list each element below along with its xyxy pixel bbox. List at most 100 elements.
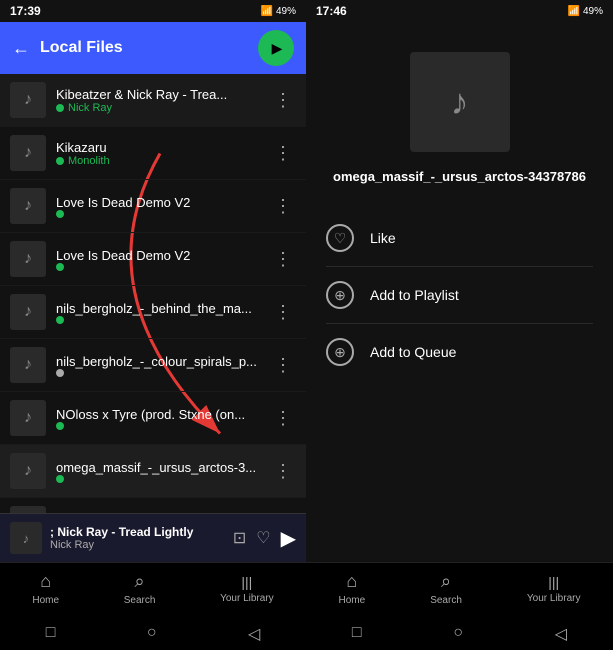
track-name: NOloss x Tyre (prod. Stxne (on...	[56, 407, 270, 422]
track-artist	[56, 369, 270, 377]
circle-button-right[interactable]: ○	[453, 624, 463, 644]
track-thumbnail: ♪	[10, 347, 46, 383]
online-dot	[56, 104, 64, 112]
track-name: Love Is Dead Demo V2	[56, 248, 270, 263]
square-button-right[interactable]: □	[352, 624, 362, 644]
track-more-button[interactable]: ⋮	[270, 86, 296, 115]
nav-search-right[interactable]: ⌕ Search	[430, 571, 462, 606]
nav-library[interactable]: ||| Your Library	[220, 574, 274, 604]
track-artist	[56, 475, 270, 483]
online-dot	[56, 475, 64, 483]
track-more-button[interactable]: ⋮	[270, 510, 296, 514]
play-fab-button[interactable]	[258, 30, 294, 66]
back-gesture-right[interactable]: ◁	[555, 624, 567, 644]
circle-button[interactable]: ○	[147, 624, 157, 644]
track-artist	[56, 422, 270, 430]
track-info: Love Is Dead Demo V2	[56, 248, 270, 271]
track-item[interactable]: ♪ nils_bergholz_-_colour_spirals_p... ⋮	[0, 339, 306, 392]
track-name: Love Is Dead Demo V2	[56, 195, 270, 210]
track-item[interactable]: ♪ Record-3Trends ⋮	[0, 498, 306, 513]
online-dot	[56, 157, 64, 165]
track-more-button[interactable]: ⋮	[270, 298, 296, 327]
now-playing-controls: ⊡ ♡ ▶	[233, 526, 296, 551]
right-content: ♪ omega_massif_-_ursus_arctos-34378786 ♡…	[306, 22, 613, 562]
battery-icon-left: 📶 49%	[261, 6, 296, 17]
search-label-right: Search	[430, 595, 462, 606]
like-label: Like	[370, 230, 396, 246]
home-label-right: Home	[339, 595, 366, 606]
track-thumbnail: ♪	[10, 453, 46, 489]
track-more-button[interactable]: ⋮	[270, 404, 296, 433]
track-more-button[interactable]: ⋮	[270, 457, 296, 486]
track-more-button[interactable]: ⋮	[270, 351, 296, 380]
add-to-playlist-menu-item[interactable]: ⊕ Add to Playlist	[326, 267, 593, 324]
add-playlist-icon: ⊕	[334, 287, 346, 304]
search-label: Search	[124, 595, 156, 606]
track-thumbnail: ♪	[10, 188, 46, 224]
music-note-icon: ♪	[451, 81, 469, 123]
online-dot	[56, 316, 64, 324]
nav-library-right[interactable]: ||| Your Library	[527, 574, 581, 604]
playlist-icon: ⊕	[326, 281, 354, 309]
system-nav-left: □ ○ ◁	[0, 618, 306, 650]
add-to-queue-menu-item[interactable]: ⊕ Add to Queue	[326, 324, 593, 380]
track-info: Kikazaru Monolith	[56, 140, 270, 167]
track-list: ♪ Kibeatzer & Nick Ray - Trea... Nick Ra…	[0, 74, 306, 513]
album-art: ♪	[410, 52, 510, 152]
devices-icon[interactable]: ⊡	[233, 528, 246, 548]
now-playing-thumb: ♪	[10, 522, 42, 554]
play-button[interactable]: ▶	[281, 526, 296, 551]
track-item[interactable]: ♪ Kibeatzer & Nick Ray - Trea... Nick Ra…	[0, 74, 306, 127]
search-icon: ⌕	[135, 571, 145, 592]
track-item[interactable]: ♪ nils_bergholz_-_behind_the_ma... ⋮	[0, 286, 306, 339]
online-dot	[56, 263, 64, 271]
track-thumbnail: ♪	[10, 241, 46, 277]
heart-icon[interactable]: ♡	[256, 528, 270, 548]
now-playing-bar[interactable]: ♪ ; Nick Ray - Tread Lightly Nick Ray ⊡ …	[0, 513, 306, 562]
online-dot	[56, 210, 64, 218]
track-item[interactable]: ♪ omega_massif_-_ursus_arctos-3... ⋮	[0, 445, 306, 498]
track-name: Record-3Trends	[56, 513, 270, 514]
nav-home-right[interactable]: ⌂ Home	[339, 571, 366, 606]
track-more-button[interactable]: ⋮	[270, 192, 296, 221]
track-info: NOloss x Tyre (prod. Stxne (on...	[56, 407, 270, 430]
track-name: Kibeatzer & Nick Ray - Trea...	[56, 87, 270, 102]
now-playing-info: ; Nick Ray - Tread Lightly Nick Ray	[50, 525, 225, 551]
nav-search[interactable]: ⌕ Search	[124, 571, 156, 606]
track-artist: Monolith	[56, 155, 270, 167]
add-queue-icon: ⊕	[334, 344, 346, 361]
track-item[interactable]: ♪ Kikazaru Monolith ⋮	[0, 127, 306, 180]
back-gesture[interactable]: ◁	[248, 624, 260, 644]
track-more-button[interactable]: ⋮	[270, 139, 296, 168]
status-icons-right: 📶 49%	[568, 6, 603, 17]
track-item[interactable]: ♪ Love Is Dead Demo V2 ⋮	[0, 180, 306, 233]
header: ← Local Files	[0, 22, 306, 74]
queue-icon: ⊕	[326, 338, 354, 366]
track-item[interactable]: ♪ NOloss x Tyre (prod. Stxne (on... ⋮	[0, 392, 306, 445]
back-button[interactable]: ←	[12, 38, 30, 59]
battery-icon-right: 📶 49%	[568, 6, 603, 17]
status-icons-left: 📶 49%	[261, 6, 296, 17]
track-info: nils_bergholz_-_colour_spirals_p...	[56, 354, 270, 377]
track-info: nils_bergholz_-_behind_the_ma...	[56, 301, 270, 324]
track-artist	[56, 210, 270, 218]
now-playing-title: ; Nick Ray - Tread Lightly	[50, 525, 225, 539]
left-panel: 17:39 📶 49% ← Local Files ♪ Kibeatzer & …	[0, 0, 306, 650]
now-playing-artist: Nick Ray	[50, 539, 225, 551]
system-nav-right: □ ○ ◁	[306, 618, 613, 650]
track-thumbnail: ♪	[10, 135, 46, 171]
library-icon-right: |||	[548, 574, 559, 590]
like-menu-item[interactable]: ♡ Like	[326, 210, 593, 267]
track-thumbnail: ♪	[10, 506, 46, 513]
track-name: Kikazaru	[56, 140, 270, 155]
square-button[interactable]: □	[46, 624, 56, 644]
track-item[interactable]: ♪ Love Is Dead Demo V2 ⋮	[0, 233, 306, 286]
nav-home[interactable]: ⌂ Home	[32, 571, 59, 606]
track-artist	[56, 263, 270, 271]
page-title: Local Files	[40, 39, 248, 57]
track-info: Love Is Dead Demo V2	[56, 195, 270, 218]
track-more-button[interactable]: ⋮	[270, 245, 296, 274]
search-icon-right: ⌕	[441, 571, 451, 592]
offline-dot	[56, 369, 64, 377]
track-info: Kibeatzer & Nick Ray - Trea... Nick Ray	[56, 87, 270, 114]
